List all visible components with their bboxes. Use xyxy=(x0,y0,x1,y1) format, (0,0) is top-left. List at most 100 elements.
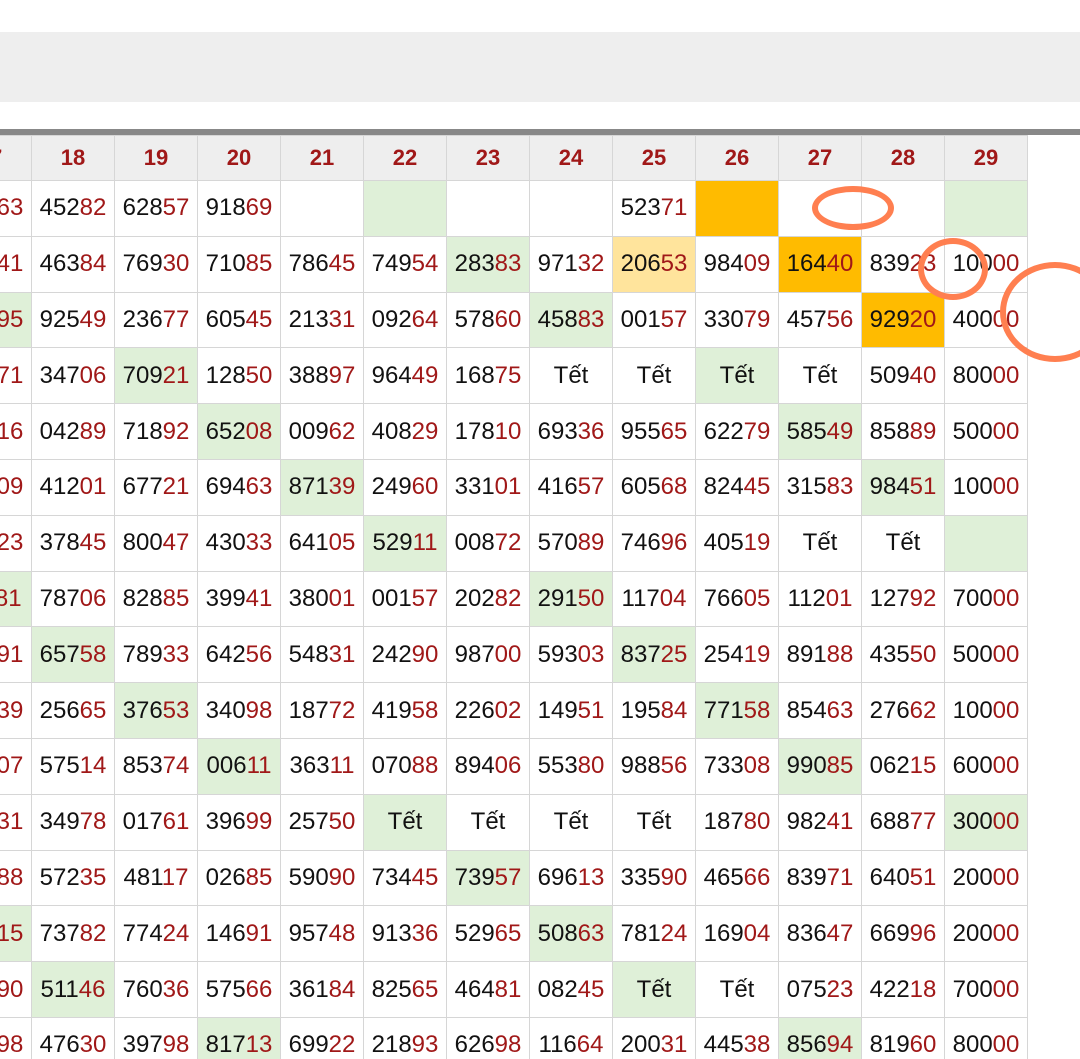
number-tail: 80 xyxy=(577,752,605,780)
number-head: 249 xyxy=(371,473,412,501)
table-cell: 31583 xyxy=(778,458,862,516)
table-row: 7121604289718926520800962408291781069336… xyxy=(0,403,1028,460)
table-cell: 80000 xyxy=(944,347,1028,405)
table-cell: 33590 xyxy=(612,849,696,907)
column-header[interactable]: 25 xyxy=(612,135,696,181)
table-cell: Tết xyxy=(612,347,696,405)
table-cell: Tết xyxy=(695,347,779,405)
table-cell: 66996 xyxy=(861,905,945,963)
column-header[interactable]: 17 xyxy=(0,135,32,181)
number-head: 529 xyxy=(372,529,413,557)
table-cell: 19584 xyxy=(612,682,696,739)
table-cell: 95565 xyxy=(612,403,696,460)
number-head: 572 xyxy=(39,863,80,891)
table-cell: Tết xyxy=(446,793,530,851)
number-head: 117 xyxy=(621,584,660,612)
number-tail: 89 xyxy=(909,417,937,445)
table-cell: 99085 xyxy=(778,737,862,795)
number-tail: 03 xyxy=(577,640,605,668)
table-cell: 46384 xyxy=(31,235,115,293)
number-head: 590 xyxy=(288,863,329,891)
table-cell: 83971 xyxy=(778,849,862,907)
number-head: 825 xyxy=(371,975,412,1003)
number-head: 116 xyxy=(538,1031,577,1059)
table-row: 1118178706828853994138001001572028229150… xyxy=(0,570,1028,628)
table-row: 3459165758789336425654831242909870059303… xyxy=(0,626,1028,684)
column-header[interactable]: 18 xyxy=(31,135,115,181)
number-tail: 40 xyxy=(909,361,937,389)
number-head: 388 xyxy=(288,361,329,389)
number-tail: 22 xyxy=(328,1031,356,1059)
table-cell: 20031 xyxy=(612,1016,696,1059)
number-head: 187 xyxy=(288,696,329,724)
number-tail: 90 xyxy=(660,863,688,891)
number-tail: 57 xyxy=(660,305,688,333)
table-cell: 18780 xyxy=(695,793,779,851)
results-table: 17181920212223242526272829 2246345282628… xyxy=(0,135,1028,1059)
column-header[interactable]: 29 xyxy=(944,135,1028,181)
number-head: 710 xyxy=(205,250,246,278)
table-cell: 60000 xyxy=(944,737,1028,795)
column-header[interactable]: 23 xyxy=(446,135,530,181)
number-tail: 46 xyxy=(78,975,106,1003)
number-head: 570 xyxy=(537,529,578,557)
column-header[interactable]: 28 xyxy=(861,135,945,181)
table-cell: 92549 xyxy=(31,291,115,349)
number-head: 283 xyxy=(454,250,495,278)
table-cell: 78124 xyxy=(612,905,696,963)
table-cell: 48117 xyxy=(114,849,198,907)
table-cell: 57089 xyxy=(529,514,613,572)
number-tail: 19 xyxy=(743,640,771,668)
table-cell: 21893 xyxy=(363,1016,447,1059)
table-cell: 67721 xyxy=(114,458,198,516)
column-header[interactable]: 21 xyxy=(280,135,364,181)
number-head: 445 xyxy=(703,1031,744,1059)
column-header[interactable]: 24 xyxy=(529,135,613,181)
number-head: 913 xyxy=(371,919,412,947)
number-tail: 18 xyxy=(909,975,937,1003)
number-head: 149 xyxy=(537,696,578,724)
number-tail: 53 xyxy=(660,250,688,278)
number-tail: 31 xyxy=(328,305,356,333)
number-tail: 68 xyxy=(660,473,688,501)
number-tail: 19 xyxy=(743,529,771,557)
number-tail: 01 xyxy=(79,473,107,501)
number-tail: 50 xyxy=(909,640,937,668)
table-row: 5671573782774241469195748913365296550863… xyxy=(0,905,1028,963)
number-tail: 45 xyxy=(328,250,356,278)
number-tail: 21 xyxy=(162,361,190,389)
number-head: 397 xyxy=(122,1031,163,1059)
column-header[interactable]: 27 xyxy=(778,135,862,181)
table-cell: 55380 xyxy=(529,737,613,795)
number-tail: 78 xyxy=(79,808,107,836)
number-tail: 98 xyxy=(0,1031,24,1059)
number-head: 774 xyxy=(122,919,163,947)
number-head: 330 xyxy=(703,305,744,333)
column-header[interactable]: 19 xyxy=(114,135,198,181)
table-row: 5232337845800474303364105529110087257089… xyxy=(0,514,1028,572)
number-tail: 71 xyxy=(826,863,854,891)
number-head: 739 xyxy=(454,863,495,891)
number-head: 971 xyxy=(537,250,578,278)
table-cell: 98241 xyxy=(778,793,862,851)
number-head: 622 xyxy=(703,417,744,445)
table-cell: 35490 xyxy=(0,961,32,1018)
table-cell: 71085 xyxy=(197,235,281,293)
number-head: 694 xyxy=(205,473,246,501)
number-head: 500 xyxy=(952,640,993,668)
number-tail: 04 xyxy=(743,919,771,947)
number-head: 001 xyxy=(371,584,412,612)
number-head: 925 xyxy=(39,305,80,333)
table-cell: 46566 xyxy=(695,849,779,907)
number-tail: 90 xyxy=(411,640,439,668)
number-head: 300 xyxy=(952,808,993,836)
number-head: 361 xyxy=(288,975,329,1003)
column-header[interactable]: 26 xyxy=(695,135,779,181)
number-head: 605 xyxy=(620,473,661,501)
number-head: 291 xyxy=(537,584,578,612)
column-header[interactable]: 22 xyxy=(363,135,447,181)
number-head: 082 xyxy=(537,975,578,1003)
number-tail: 51 xyxy=(909,863,937,891)
table-cell: 70000 xyxy=(944,961,1028,1018)
column-header[interactable]: 20 xyxy=(197,135,281,181)
